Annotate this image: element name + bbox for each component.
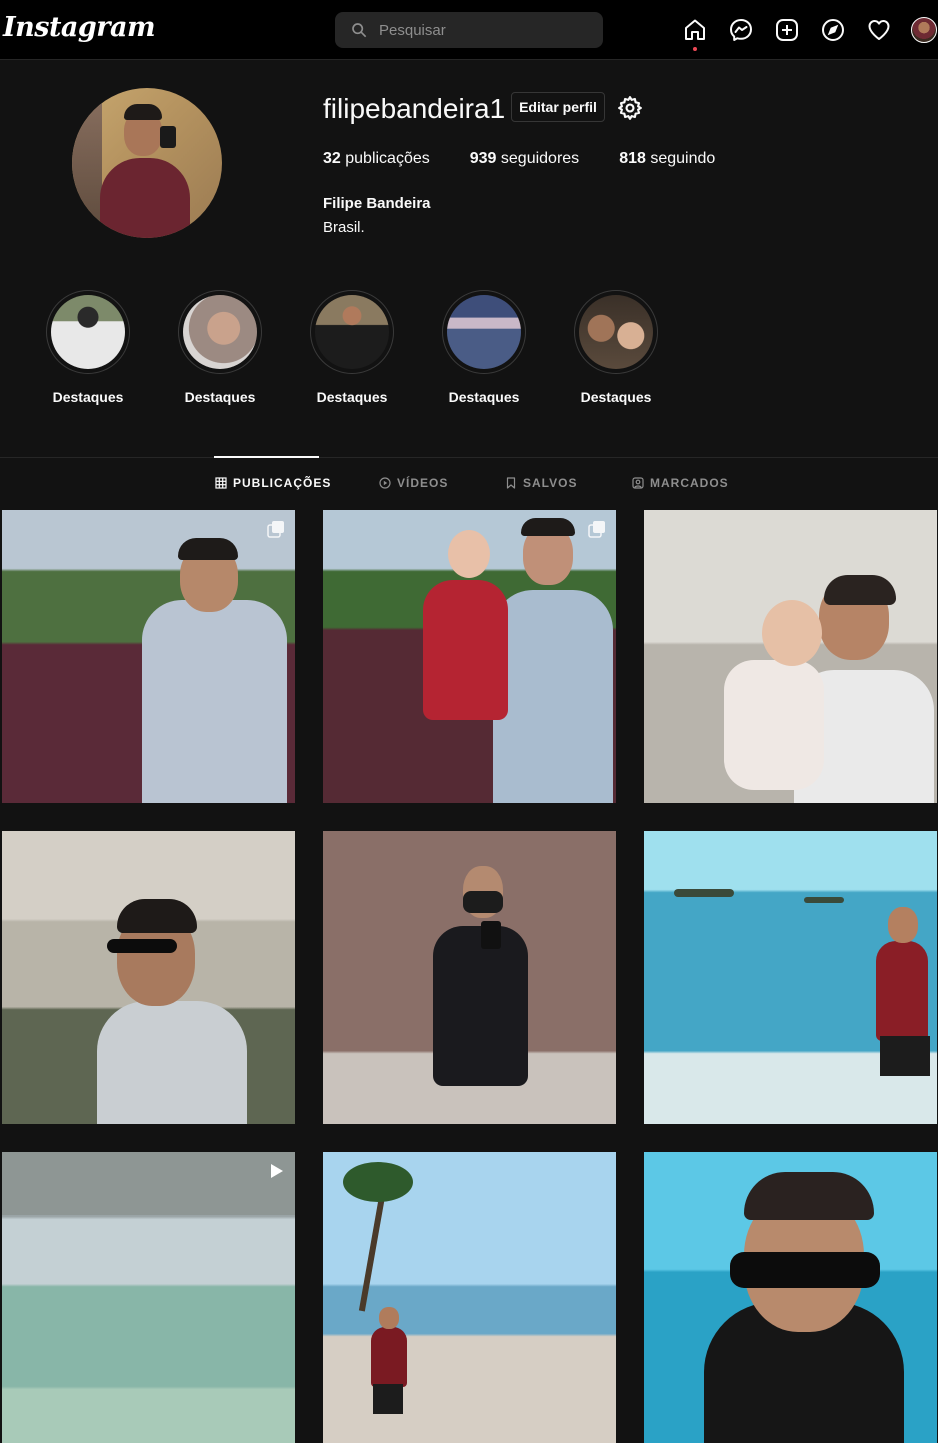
bookmark-icon <box>506 477 516 489</box>
tab-label: SALVOS <box>523 476 578 490</box>
highlight-ring <box>310 290 394 374</box>
tab-marcados[interactable]: MARCADOS <box>632 476 729 490</box>
reel-play-icon <box>271 1164 283 1178</box>
profile-avatar[interactable] <box>911 17 937 43</box>
edit-profile-button[interactable]: Editar perfil <box>511 92 605 122</box>
following-count-label: seguindo <box>650 150 716 167</box>
followers-link[interactable]: 939 seguidores <box>470 150 579 168</box>
highlight-ring <box>46 290 130 374</box>
tab-label: MARCADOS <box>650 476 729 490</box>
following-count-number: 818 <box>619 150 646 167</box>
highlight-label: Destaques <box>580 389 652 405</box>
highlight-cover <box>579 295 653 369</box>
following-link[interactable]: 818 seguindo <box>619 150 715 168</box>
active-tab-indicator <box>214 456 319 458</box>
story-highlight[interactable]: Destaques <box>46 290 130 405</box>
post-thumbnail[interactable] <box>323 1152 616 1443</box>
tab-videos[interactable]: VÍDEOS <box>379 476 448 490</box>
post-thumbnail[interactable] <box>2 1152 295 1443</box>
tagged-user-icon <box>632 477 644 489</box>
search-input[interactable]: Pesquisar <box>335 12 603 48</box>
profile-bio: Brasil. <box>323 219 365 236</box>
profile-username: filipebandeira1 <box>323 93 506 124</box>
play-circle-icon <box>379 477 391 489</box>
explore-icon[interactable] <box>821 18 845 42</box>
highlight-cover <box>183 295 257 369</box>
highlight-label: Destaques <box>52 389 124 405</box>
home-icon[interactable] <box>683 18 707 51</box>
notification-dot <box>693 47 697 51</box>
highlight-ring <box>574 290 658 374</box>
followers-count-number: 939 <box>469 150 497 167</box>
instagram-logo[interactable]: Instagram <box>3 12 156 43</box>
followers-count-label: seguidores <box>500 150 580 167</box>
tab-label: VÍDEOS <box>397 476 449 490</box>
post-thumbnail[interactable] <box>2 510 295 803</box>
highlight-cover <box>51 295 125 369</box>
top-navigation-bar: Instagram Pesquisar <box>0 0 938 60</box>
post-thumbnail[interactable] <box>2 831 295 1124</box>
highlight-label: Destaques <box>316 389 388 405</box>
activity-heart-icon[interactable] <box>867 18 891 42</box>
carousel-icon <box>267 521 284 538</box>
posts-count-number: 32 <box>323 150 341 167</box>
profile-picture[interactable] <box>72 88 222 238</box>
post-thumbnail[interactable] <box>323 831 616 1124</box>
highlight-label: Destaques <box>184 389 256 405</box>
highlight-cover <box>447 295 521 369</box>
post-thumbnail[interactable] <box>323 510 616 803</box>
highlight-cover <box>315 295 389 369</box>
post-thumbnail[interactable] <box>644 831 937 1124</box>
new-post-icon[interactable] <box>775 18 799 42</box>
search-placeholder: Pesquisar <box>379 21 446 39</box>
posts-count-label: publicações <box>345 150 430 167</box>
tab-publicacoes[interactable]: PUBLICAÇÕES <box>215 476 331 490</box>
tabs-divider <box>0 457 938 458</box>
settings-gear-icon[interactable] <box>617 95 643 121</box>
story-highlight[interactable]: Destaques <box>574 290 658 405</box>
carousel-icon <box>588 521 605 538</box>
search-icon <box>352 23 367 38</box>
post-thumbnail[interactable] <box>644 510 937 803</box>
tab-salvos[interactable]: SALVOS <box>505 476 577 490</box>
highlight-label: Destaques <box>448 389 520 405</box>
tab-label: PUBLICAÇÕES <box>233 476 332 490</box>
highlight-ring <box>442 290 526 374</box>
story-highlight[interactable]: Destaques <box>178 290 262 405</box>
profile-stats: 32 publicações 939 seguidores 818 seguin… <box>323 150 755 168</box>
grid-icon <box>215 477 227 489</box>
highlight-ring <box>178 290 262 374</box>
story-highlight[interactable]: Destaques <box>442 290 526 405</box>
post-thumbnail[interactable] <box>644 1152 937 1443</box>
messenger-icon[interactable] <box>729 18 753 42</box>
profile-full-name: Filipe Bandeira <box>323 195 431 212</box>
story-highlight[interactable]: Destaques <box>310 290 394 405</box>
posts-count: 32 publicações <box>323 150 430 168</box>
